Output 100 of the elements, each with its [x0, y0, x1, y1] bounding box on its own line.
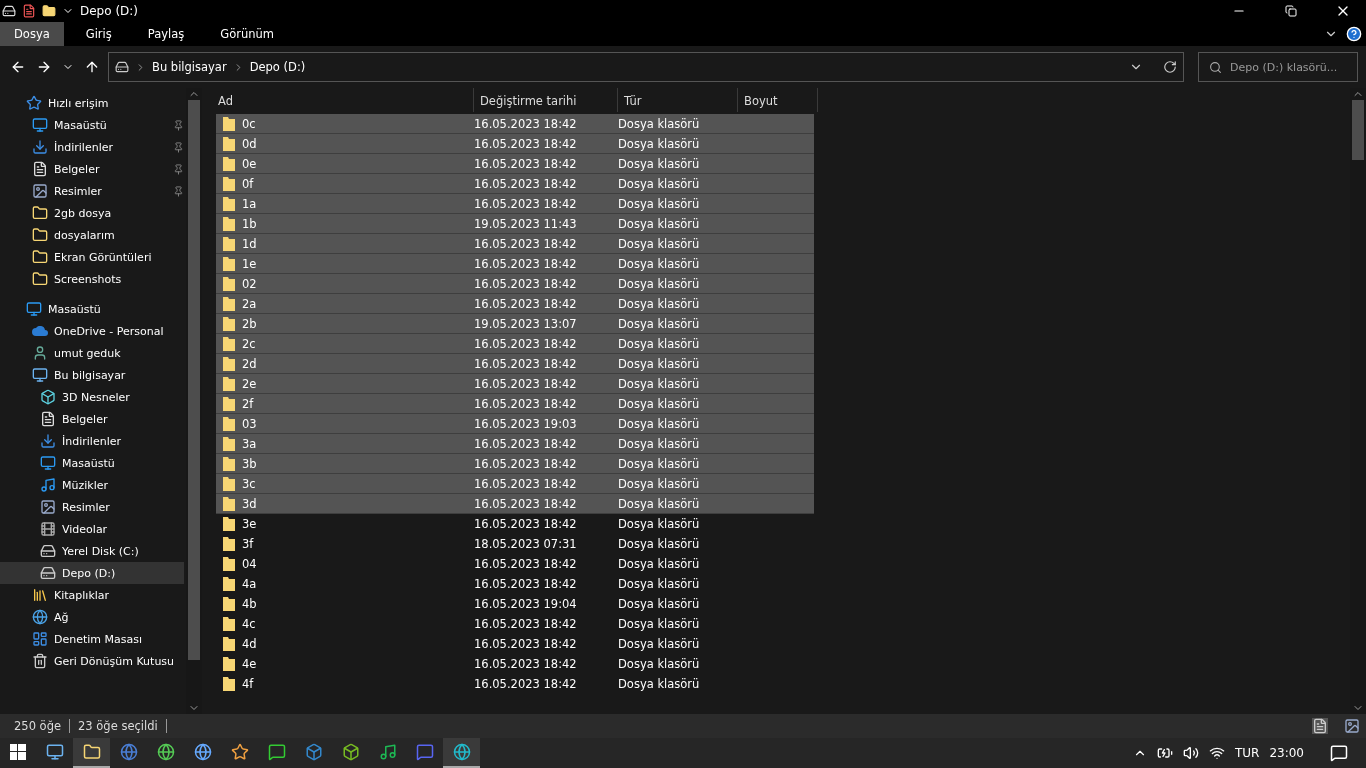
file-row[interactable]: 2d 16.05.2023 18:42 Dosya klasörü: [216, 354, 814, 374]
file-row[interactable]: 0d 16.05.2023 18:42 Dosya klasörü: [216, 134, 814, 154]
ribbon-tab[interactable]: Dosya: [0, 22, 64, 46]
file-row[interactable]: 0e 16.05.2023 18:42 Dosya klasörü: [216, 154, 814, 174]
folder-icon: [222, 235, 236, 252]
sidebar-item[interactable]: Ekran Görüntüleri: [0, 246, 184, 268]
sidebar-item[interactable]: Resimler: [0, 496, 184, 518]
file-row[interactable]: 1d 16.05.2023 18:42 Dosya klasörü: [216, 234, 814, 254]
sidebar-item[interactable]: Yerel Disk (C:): [0, 540, 184, 562]
file-row[interactable]: 1e 16.05.2023 18:42 Dosya klasörü: [216, 254, 814, 274]
file-row[interactable]: 3f 18.05.2023 07:31 Dosya klasörü: [216, 534, 814, 554]
sidebar-item[interactable]: Belgeler: [0, 158, 184, 180]
sidebar-item[interactable]: İndirilenler: [0, 136, 184, 158]
sidebar-item[interactable]: 2gb dosya: [0, 202, 184, 224]
column-header[interactable]: Boyut: [738, 88, 818, 112]
file-name: 3f: [242, 536, 254, 551]
sidebar-item[interactable]: Müzikler: [0, 474, 184, 496]
sidebar-item[interactable]: Kitaplıklar: [0, 584, 184, 606]
file-row[interactable]: 4a 16.05.2023 18:42 Dosya klasörü: [216, 574, 814, 594]
file-row[interactable]: 0f 16.05.2023 18:42 Dosya klasörü: [216, 174, 814, 194]
file-row[interactable]: 4e 16.05.2023 18:42 Dosya klasörü: [216, 654, 814, 674]
folder-icon[interactable]: [42, 4, 56, 18]
folder-icon: [32, 249, 48, 265]
column-header[interactable]: Ad: [202, 88, 474, 112]
taskbar-button[interactable]: [443, 738, 480, 768]
file-row[interactable]: 4c 16.05.2023 18:42 Dosya klasörü: [216, 614, 814, 634]
details-view-icon[interactable]: [1312, 718, 1328, 734]
file-row[interactable]: 4f 16.05.2023 18:42 Dosya klasörü: [216, 674, 814, 694]
folder-icon: [222, 395, 236, 412]
file-name: 2c: [242, 336, 256, 351]
sidebar-item[interactable]: Geri Dönüşüm Kutusu: [0, 650, 184, 672]
sidebar-item[interactable]: Hızlı erişim: [0, 92, 184, 114]
file-row[interactable]: 4b 16.05.2023 19:04 Dosya klasörü: [216, 594, 814, 614]
file-name: 1e: [242, 256, 257, 271]
file-row[interactable]: 3a 16.05.2023 18:42 Dosya klasörü: [216, 434, 814, 454]
refresh-icon[interactable]: [1163, 60, 1177, 74]
sidebar-item[interactable]: 3D Nesneler: [0, 386, 184, 408]
sidebar-item[interactable]: Masaüstü: [0, 298, 184, 320]
date-cell: 16.05.2023 18:42: [474, 136, 577, 151]
file-row[interactable]: 3c 16.05.2023 18:42 Dosya klasörü: [216, 474, 814, 494]
sidebar-item[interactable]: Bu bilgisayar: [0, 364, 184, 386]
file-row[interactable]: 3d 16.05.2023 18:42 Dosya klasörü: [216, 494, 814, 514]
scrollbar-thumb[interactable]: [188, 100, 200, 660]
date-cell: 16.05.2023 18:42: [474, 396, 577, 411]
sidebar-item[interactable]: Masaüstü: [0, 452, 184, 474]
help-icon[interactable]: [1346, 26, 1362, 42]
properties-icon[interactable]: [22, 4, 36, 18]
file-row[interactable]: 2f 16.05.2023 18:42 Dosya klasörü: [216, 394, 814, 414]
scrollbar-thumb[interactable]: [1352, 100, 1364, 160]
folder-icon: [222, 475, 236, 492]
sidebar-item[interactable]: Belgeler: [0, 408, 184, 430]
file-row[interactable]: 3e 16.05.2023 18:42 Dosya klasörü: [216, 514, 814, 534]
sidebar-item[interactable]: umut geduk: [0, 342, 184, 364]
sidebar-item[interactable]: Ağ: [0, 606, 184, 628]
sidebar-item[interactable]: İndirilenler: [0, 430, 184, 452]
breadcrumb[interactable]: Depo (D:): [249, 60, 306, 74]
large-icons-view-icon[interactable]: [1344, 718, 1360, 734]
file-row[interactable]: 4d 16.05.2023 18:42 Dosya klasörü: [216, 634, 814, 654]
file-row[interactable]: 1b 19.05.2023 11:43 Dosya klasörü: [216, 214, 814, 234]
type-cell: Dosya klasörü: [618, 256, 700, 271]
volume-icon[interactable]: [1182, 745, 1199, 761]
sidebar-item[interactable]: dosyalarım: [0, 224, 184, 246]
search-input[interactable]: Depo (D:) klasörü...: [1230, 60, 1347, 74]
file-row[interactable]: 2b 19.05.2023 13:07 Dosya klasörü: [216, 314, 814, 334]
file-row[interactable]: 3b 16.05.2023 18:42 Dosya klasörü: [216, 454, 814, 474]
file-row[interactable]: 2e 16.05.2023 18:42 Dosya klasörü: [216, 374, 814, 394]
file-row[interactable]: 1a 16.05.2023 18:42 Dosya klasörü: [216, 194, 814, 214]
battery-icon[interactable]: [1156, 745, 1173, 761]
wifi-icon[interactable]: [1208, 745, 1225, 761]
clock[interactable]: 23:00: [1269, 746, 1304, 760]
sidebar-item[interactable]: Masaüstü: [0, 114, 184, 136]
file-row[interactable]: 03 16.05.2023 19:03 Dosya klasörü: [216, 414, 814, 434]
file-row[interactable]: 2a 16.05.2023 18:42 Dosya klasörü: [216, 294, 814, 314]
column-header[interactable]: Değiştirme tarihi: [474, 88, 618, 112]
sidebar-item[interactable]: OneDrive - Personal: [0, 320, 184, 342]
taskbar-button[interactable]: [73, 738, 110, 768]
sidebar-item[interactable]: Videolar: [0, 518, 184, 540]
file-row[interactable]: 04 16.05.2023 18:42 Dosya klasörü: [216, 554, 814, 574]
sidebar-item[interactable]: Depo (D:): [0, 562, 184, 584]
file-name: 03: [242, 416, 257, 431]
sidebar-item[interactable]: Resimler: [0, 180, 184, 202]
download-arrow-icon: [32, 139, 48, 155]
search-field[interactable]: Depo (D:) klasörü...: [1198, 52, 1358, 82]
column-header[interactable]: Tür: [618, 88, 738, 112]
ribbon-tab[interactable]: Paylaş: [133, 22, 199, 46]
sidebar-item[interactable]: Screenshots: [0, 268, 184, 290]
ribbon-tab[interactable]: Görünüm: [206, 22, 289, 46]
file-row[interactable]: 02 16.05.2023 18:42 Dosya klasörü: [216, 274, 814, 294]
notifications-icon[interactable]: [1330, 744, 1348, 762]
file-row[interactable]: 2c 16.05.2023 18:42 Dosya klasörü: [216, 334, 814, 354]
folder-icon: [222, 375, 236, 392]
address-bar[interactable]: Bu bilgisayar Depo (D:): [108, 52, 1184, 82]
date-cell: 16.05.2023 18:42: [474, 196, 577, 211]
date-cell: 16.05.2023 18:42: [474, 236, 577, 251]
file-row[interactable]: 0c 16.05.2023 18:42 Dosya klasörü: [216, 114, 814, 134]
sidebar-item[interactable]: Denetim Masası: [0, 628, 184, 650]
language-indicator[interactable]: TUR: [1234, 746, 1260, 760]
type-cell: Dosya klasörü: [618, 596, 700, 611]
breadcrumb[interactable]: Bu bilgisayar: [152, 60, 227, 74]
ribbon-tab[interactable]: Giriş: [71, 22, 126, 46]
